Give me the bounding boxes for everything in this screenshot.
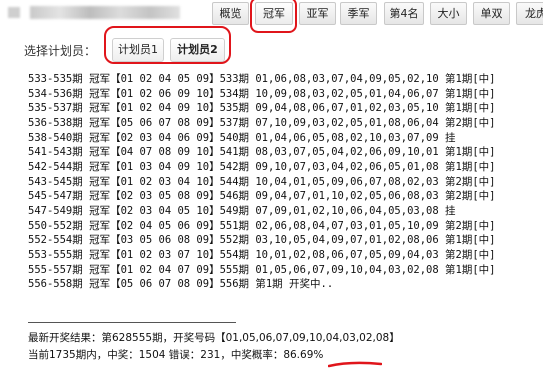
- planner-selector-bar: 选择计划员： 计划员1 计划员2: [0, 26, 543, 65]
- result-row: 536-538期 冠军【05 06 07 08 09】537期 07,10,09…: [28, 116, 496, 129]
- win-rate-underline-annotation: [328, 361, 382, 368]
- planner-1-button[interactable]: 计划员1: [112, 38, 164, 62]
- tab-big-small[interactable]: 大小: [430, 2, 467, 25]
- tab-dragon-tiger[interactable]: 龙虎: [516, 2, 543, 25]
- blurred-logo-icon: [8, 7, 20, 18]
- tab-runner-up[interactable]: 亚军: [299, 2, 336, 25]
- result-row: 553-555期 冠军【01 02 03 07 10】554期 10,01,02…: [28, 248, 496, 261]
- result-row: 547-549期 冠军【02 03 04 05 10】549期 07,09,01…: [28, 204, 456, 217]
- tab-overview[interactable]: 概览: [212, 2, 249, 25]
- result-row: 552-554期 冠军【03 05 06 08 09】552期 03,10,05…: [28, 234, 496, 247]
- result-row: 555-557期 冠军【01 02 04 07 09】555期 01,05,06…: [28, 263, 496, 276]
- tab-fourth-place[interactable]: 第4名: [384, 2, 424, 25]
- result-row: 543-545期 冠军【01 02 03 04 10】544期 10,04,01…: [28, 175, 496, 188]
- prediction-results-list: 533-535期 冠军【01 02 04 05 09】533期 01,06,08…: [28, 72, 543, 292]
- tab-odd-even[interactable]: 单双: [473, 2, 510, 25]
- result-row: 550-552期 冠军【02 04 05 06 09】551期 02,06,08…: [28, 219, 496, 232]
- result-row: 533-535期 冠军【01 02 04 05 09】533期 01,06,08…: [28, 73, 496, 85]
- tab-third-place[interactable]: 季军: [340, 2, 377, 25]
- result-row: 541-543期 冠军【04 07 08 09 10】541期 08,03,07…: [28, 146, 496, 159]
- result-row: 535-537期 冠军【01 02 04 09 10】535期 09,04,08…: [28, 102, 496, 115]
- result-row: 538-540期 冠军【02 03 04 06 09】540期 01,04,06…: [28, 131, 456, 144]
- planner-2-button[interactable]: 计划员2: [170, 38, 225, 62]
- blurred-site-title: [30, 6, 180, 19]
- planner-label: 选择计划员：: [24, 44, 97, 58]
- result-row: 542-544期 冠军【01 03 04 09 10】542期 09,10,07…: [28, 160, 496, 173]
- top-toolbar: 概览 冠军 亚军 季军 第4名 大小 单双 龙虎: [0, 0, 543, 33]
- result-row: 545-547期 冠军【02 03 05 08 09】546期 09,04,07…: [28, 190, 496, 203]
- latest-draw-result: 最新开奖结果：第628555期，开奖号码【01,05,06,07,09,10,0…: [28, 332, 400, 344]
- tab-champion[interactable]: 冠军: [255, 2, 293, 25]
- result-row: 534-536期 冠军【01 02 06 09 10】534期 10,09,08…: [28, 87, 496, 100]
- result-row: 556-558期 冠军【05 06 07 08 09】556期 第1期 开奖中.…: [28, 278, 334, 291]
- summary-divider: [28, 322, 236, 323]
- win-rate-summary: 当前1735期内，中奖：1504 错误：231，中奖概率：86.69%: [28, 349, 324, 361]
